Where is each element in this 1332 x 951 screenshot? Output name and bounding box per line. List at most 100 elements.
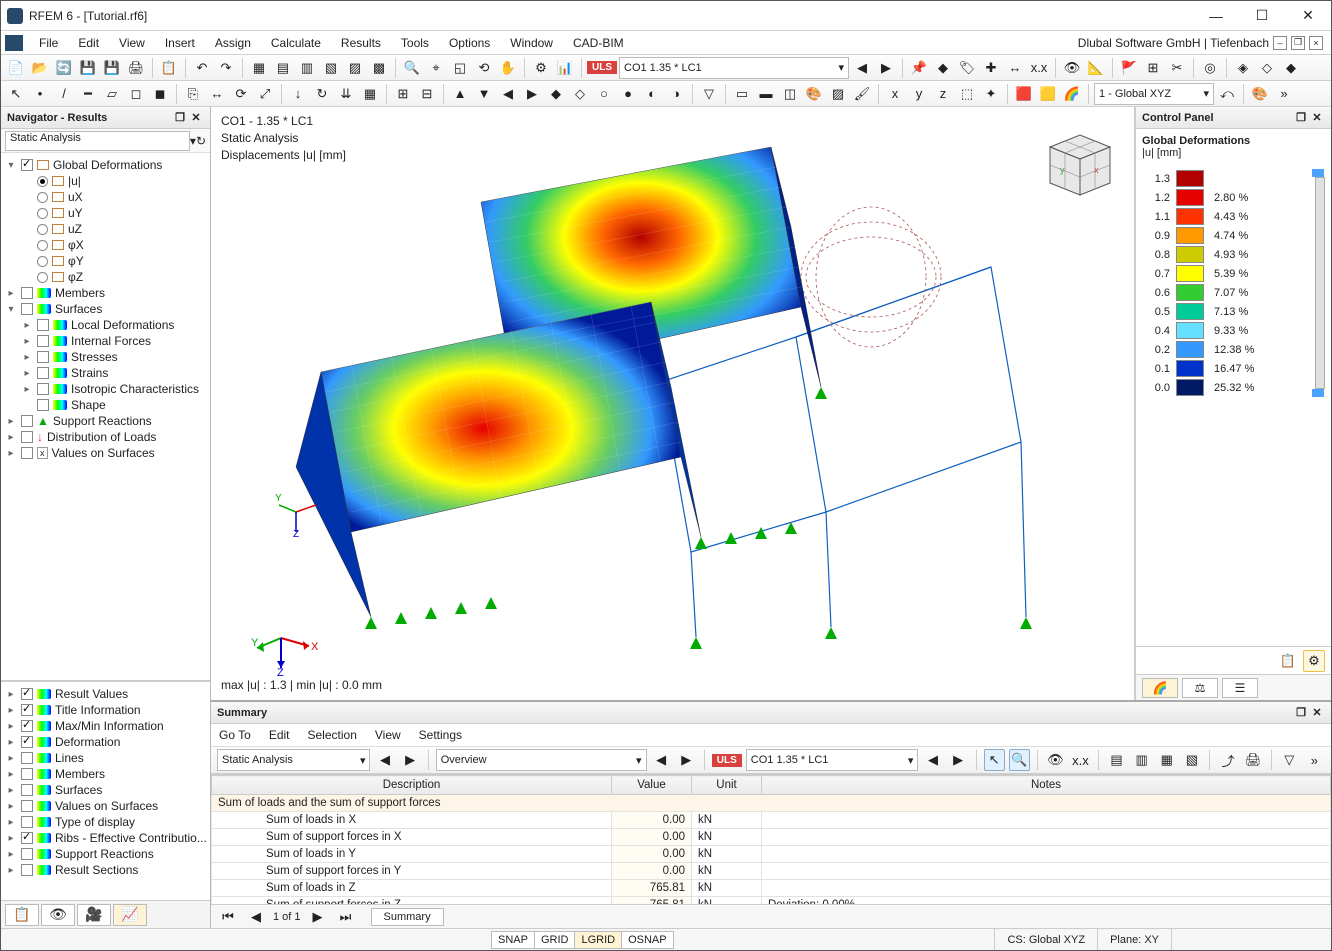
- save-icon[interactable]: 💾: [77, 57, 99, 79]
- summary-case-dropdown[interactable]: CO1 1.35 * LC1▾: [746, 749, 919, 771]
- checkbox[interactable]: [37, 383, 49, 395]
- table-row[interactable]: Sum of loads in X0.00kN: [212, 812, 1331, 829]
- colormap-icon[interactable]: 🌈: [1061, 83, 1083, 105]
- paint-icon[interactable]: 🖌: [851, 83, 873, 105]
- navigator-analysis-dropdown[interactable]: Static Analysis ▾ ↻: [1, 129, 210, 153]
- nav-tab-views[interactable]: 🎥: [77, 904, 111, 926]
- nav-tab-display[interactable]: 👁: [41, 904, 75, 926]
- render-solid-icon[interactable]: ▬: [755, 83, 777, 105]
- sum-eye-icon[interactable]: 👁: [1045, 749, 1066, 771]
- legend-copy-icon[interactable]: 📋: [1277, 650, 1299, 672]
- mdi-minimize-button[interactable]: –: [1273, 36, 1287, 50]
- sum-export-icon[interactable]: ⤴: [1217, 749, 1238, 771]
- mtool-d-icon[interactable]: ▶: [521, 83, 543, 105]
- mtool-e-icon[interactable]: ◆: [545, 83, 567, 105]
- sum-next2-icon[interactable]: ▶: [676, 749, 697, 771]
- snap-osnap[interactable]: OSNAP: [621, 931, 674, 949]
- sum-more-icon[interactable]: »: [1304, 749, 1325, 771]
- menu-edit[interactable]: Edit: [68, 33, 109, 53]
- solid-icon[interactable]: ◼: [149, 83, 171, 105]
- filter-icon[interactable]: ▽: [698, 83, 720, 105]
- ucs-prev-icon[interactable]: ⤺: [1216, 83, 1238, 105]
- loadcase-dropdown[interactable]: CO1 1.35 * LC1 ▾: [619, 57, 849, 79]
- zoom-prev-icon[interactable]: ⟲: [473, 57, 495, 79]
- checkbox[interactable]: [21, 848, 33, 860]
- undock-icon[interactable]: ❐: [172, 110, 188, 126]
- calc-icon[interactable]: ⚙: [530, 57, 552, 79]
- app-menu-icon[interactable]: [5, 35, 23, 51]
- line-icon[interactable]: /: [53, 83, 75, 105]
- minimize-button[interactable]: —: [1193, 1, 1239, 31]
- table-row[interactable]: Sum of loads in Z765.81kN: [212, 880, 1331, 897]
- load-force-icon[interactable]: ↓: [287, 83, 309, 105]
- close-button[interactable]: ✕: [1285, 1, 1331, 31]
- summary-tab[interactable]: Summary: [371, 908, 444, 926]
- render-tex-icon[interactable]: ▨: [827, 83, 849, 105]
- checkbox[interactable]: [21, 159, 33, 171]
- radio-phix[interactable]: [37, 240, 48, 251]
- pan-icon[interactable]: ✋: [497, 57, 519, 79]
- support-disp-icon[interactable]: ◆: [932, 57, 954, 79]
- navigator-lower-tree[interactable]: ▸Result Values▸Title Information▸Max/Min…: [1, 680, 210, 900]
- mtool-a-icon[interactable]: ▲: [449, 83, 471, 105]
- checkbox[interactable]: [21, 720, 33, 732]
- zoom-window-icon[interactable]: ◱: [449, 57, 471, 79]
- cube-top-icon[interactable]: ◇: [1256, 57, 1278, 79]
- pager-last-icon[interactable]: ⏭: [335, 906, 357, 928]
- cube-side-icon[interactable]: ◆: [1280, 57, 1302, 79]
- maximize-button[interactable]: ☐: [1239, 1, 1285, 31]
- dim-icon[interactable]: ↔: [1004, 57, 1026, 79]
- nav-tab-results[interactable]: 📈: [113, 904, 147, 926]
- sum-col-b-icon[interactable]: ▥: [1131, 749, 1152, 771]
- checkbox[interactable]: [21, 816, 33, 828]
- menu-results[interactable]: Results: [331, 33, 391, 53]
- checkbox[interactable]: [37, 399, 49, 411]
- pager-prev-icon[interactable]: ◀: [245, 906, 267, 928]
- snap-snap[interactable]: SNAP: [491, 931, 535, 949]
- menu-assign[interactable]: Assign: [205, 33, 261, 53]
- summary-menu-go-to[interactable]: Go To: [219, 728, 251, 742]
- sum-prev2-icon[interactable]: ◀: [651, 749, 672, 771]
- member-icon[interactable]: ━: [77, 83, 99, 105]
- column-header[interactable]: Value: [612, 776, 692, 795]
- ctrl-tab-filter[interactable]: ☰: [1222, 678, 1258, 698]
- view-cube[interactable]: x y: [1030, 117, 1120, 207]
- view-table-icon[interactable]: ▧: [320, 57, 342, 79]
- summary-menu-view[interactable]: View: [375, 728, 401, 742]
- pin-icon[interactable]: 📌: [908, 57, 930, 79]
- navigator-tree[interactable]: ▾Global Deformations |u| uX uY uZ φX φY …: [1, 153, 210, 680]
- rotate-icon[interactable]: ⟳: [230, 83, 252, 105]
- mdi-close-button[interactable]: ×: [1309, 36, 1323, 50]
- scale-icon[interactable]: ⤢: [254, 83, 276, 105]
- checkbox[interactable]: [21, 704, 33, 716]
- arrow-icon[interactable]: »: [1273, 83, 1295, 105]
- mtool-i-icon[interactable]: ◐: [641, 83, 663, 105]
- nav-lower-item[interactable]: ▸Surfaces: [5, 782, 208, 798]
- radio-phiz[interactable]: [37, 272, 48, 283]
- eye-icon[interactable]: 👁: [1061, 57, 1083, 79]
- checkbox[interactable]: [21, 752, 33, 764]
- checkbox[interactable]: [21, 303, 33, 315]
- pager-first-icon[interactable]: ⏮: [217, 906, 239, 928]
- section-icon[interactable]: ⊞: [1142, 57, 1164, 79]
- next-case-icon[interactable]: ▶: [875, 57, 897, 79]
- mtool-j-icon[interactable]: ◑: [665, 83, 687, 105]
- refine-icon[interactable]: ⊟: [416, 83, 438, 105]
- sum-case-prev-icon[interactable]: ◀: [922, 749, 943, 771]
- legend-slider-bottom[interactable]: [1312, 389, 1324, 397]
- snap-grid[interactable]: GRID: [534, 931, 576, 949]
- mesh-icon[interactable]: ⊞: [392, 83, 414, 105]
- radio-uz[interactable]: [37, 224, 48, 235]
- radio-uy[interactable]: [37, 208, 48, 219]
- table-row[interactable]: Sum of support forces in X0.00kN: [212, 829, 1331, 846]
- copy-icon[interactable]: 📋: [158, 57, 180, 79]
- sum-next-icon[interactable]: ▶: [400, 749, 421, 771]
- summary-overview-dropdown[interactable]: Overview▾: [436, 749, 647, 771]
- sum-col-d-icon[interactable]: ▧: [1181, 749, 1202, 771]
- mtool-f-icon[interactable]: ◇: [569, 83, 591, 105]
- undo-icon[interactable]: ↶: [191, 57, 213, 79]
- palette-icon[interactable]: 🎨: [1249, 83, 1271, 105]
- prev-case-icon[interactable]: ◀: [851, 57, 873, 79]
- close-icon[interactable]: ✕: [1309, 110, 1325, 126]
- column-header[interactable]: Description: [212, 776, 612, 795]
